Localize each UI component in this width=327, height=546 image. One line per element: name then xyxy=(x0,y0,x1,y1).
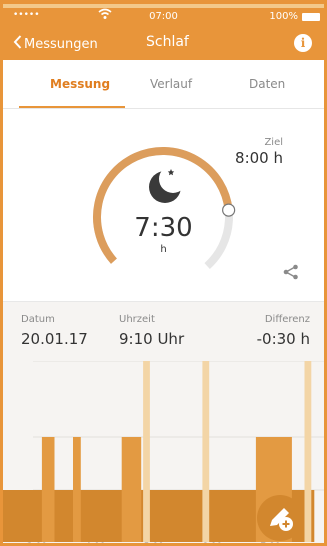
back-button[interactable]: Messungen xyxy=(13,34,98,53)
x-tick-label: 5:00 xyxy=(144,542,164,546)
info-button[interactable]: i xyxy=(294,34,312,52)
sleep-duration-value: 7:30 xyxy=(134,213,193,243)
app-frame: ••••• 07:00 100% Messungen Schlaf i Mess… xyxy=(0,0,327,546)
battery-icon xyxy=(302,13,320,21)
date-label: Datum xyxy=(21,314,55,325)
time-value: 9:10 Uhr xyxy=(119,330,185,348)
difference-label: Differenz xyxy=(264,314,310,325)
back-label: Messungen xyxy=(24,37,98,52)
nav-bar: Messungen Schlaf i xyxy=(3,26,324,60)
measurement-summary: Datum 20.01.17 Uhrzeit 9:10 Uhr Differen… xyxy=(3,301,324,361)
time-label: Uhrzeit xyxy=(119,314,155,325)
tab-messung[interactable]: Messung xyxy=(50,77,110,91)
x-tick-label: 4:00 xyxy=(85,542,105,546)
goal-label: Ziel xyxy=(264,137,283,148)
status-bar: ••••• 07:00 100% xyxy=(3,8,324,26)
x-tick-label: 3:00 xyxy=(27,542,47,546)
date-value: 20.01.17 xyxy=(21,330,88,348)
x-tick-label: 6:00 xyxy=(202,542,222,546)
goal-value: 8:00 h xyxy=(235,149,283,167)
sleep-segment-light xyxy=(41,437,55,542)
tab-verlauf[interactable]: Verlauf xyxy=(150,77,192,91)
segment-tabs: Messung Verlauf Daten xyxy=(3,60,324,108)
sleep-segment-awake xyxy=(304,361,312,542)
sleep-segment-light xyxy=(73,437,81,542)
add-entry-icon xyxy=(270,508,293,531)
sleep-gauge: Ziel 8:00 h 7:30 h xyxy=(3,109,324,301)
add-entry-button[interactable] xyxy=(257,495,303,541)
battery-text: 100% xyxy=(269,11,298,22)
sleep-segment-light xyxy=(121,437,142,542)
gauge-knob xyxy=(222,203,236,217)
x-tick-label: 7:00 xyxy=(260,542,280,546)
share-icon[interactable] xyxy=(283,264,299,284)
page-title: Schlaf xyxy=(146,34,189,50)
difference-value: -0:30 h xyxy=(256,330,310,348)
sleep-segment-awake xyxy=(202,361,210,542)
moon-icon xyxy=(143,165,187,211)
tab-daten[interactable]: Daten xyxy=(249,77,285,91)
chevron-left-icon xyxy=(13,34,22,53)
sleep-segment-awake xyxy=(143,361,150,542)
sleep-duration-unit: h xyxy=(160,244,167,255)
